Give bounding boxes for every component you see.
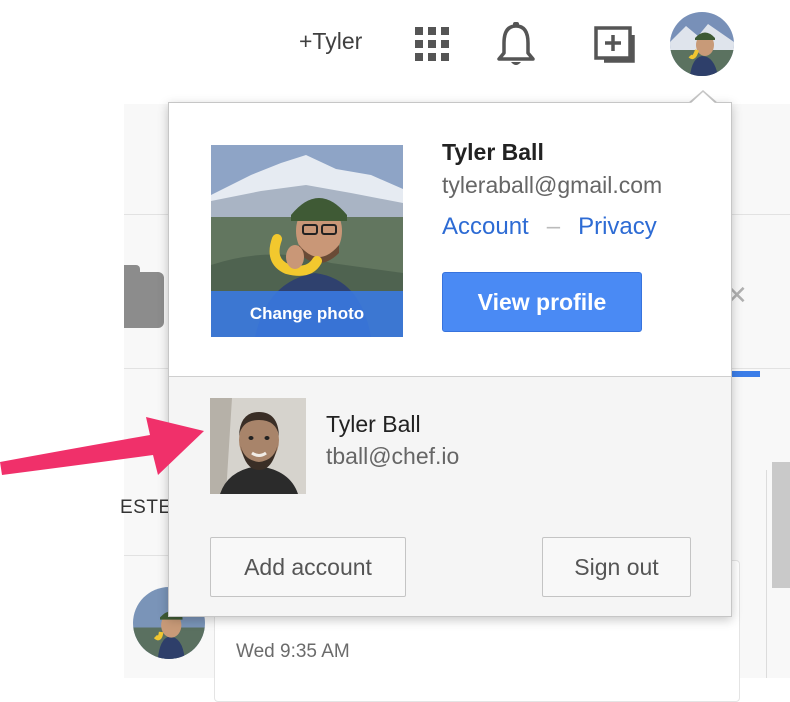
background-divider <box>124 555 169 556</box>
change-photo-overlay[interactable]: Change photo <box>211 291 403 337</box>
view-profile-button[interactable]: View profile <box>442 272 642 332</box>
background-label: ESTE <box>120 497 172 518</box>
apps-grid-icon[interactable] <box>414 26 450 62</box>
background-divider <box>124 368 169 369</box>
account-name: Tyler Ball <box>442 139 544 165</box>
annotation-arrow <box>0 417 204 475</box>
secondary-account-email: tball@chef.io <box>326 443 460 469</box>
notifications-bell-icon[interactable] <box>496 21 536 67</box>
popup-caret-inner <box>690 92 716 104</box>
scrollbar-thumb[interactable] <box>772 462 790 588</box>
background-divider <box>766 470 767 678</box>
plus-profile-link[interactable]: +Tyler <box>299 28 362 55</box>
background-divider <box>730 214 790 215</box>
message-timestamp: Wed 9:35 AM <box>236 641 350 662</box>
account-popup: Change photo Tyler Ball tyleraball@gmail… <box>168 102 732 617</box>
link-separator: – <box>546 213 561 240</box>
account-links: Account – Privacy <box>442 213 657 241</box>
sign-out-button[interactable]: Sign out <box>542 537 691 597</box>
secondary-account-avatar <box>210 398 306 494</box>
account-email: tyleraball@gmail.com <box>442 172 663 198</box>
account-link[interactable]: Account <box>442 213 529 240</box>
add-account-button[interactable]: Add account <box>210 537 406 597</box>
folder-icon <box>124 272 164 328</box>
secondary-account-name: Tyler Ball <box>326 411 421 437</box>
share-add-icon[interactable] <box>593 25 637 65</box>
background-divider <box>730 368 790 369</box>
secondary-account-row[interactable]: Tyler Ball tball@chef.io <box>169 376 731 517</box>
popup-footer: Add account Sign out <box>169 516 731 616</box>
background-divider <box>124 214 169 215</box>
background-accent-bar <box>732 371 760 377</box>
profile-photo[interactable]: Change photo <box>211 145 403 337</box>
account-avatar-button[interactable] <box>670 12 734 76</box>
privacy-link[interactable]: Privacy <box>578 213 657 240</box>
